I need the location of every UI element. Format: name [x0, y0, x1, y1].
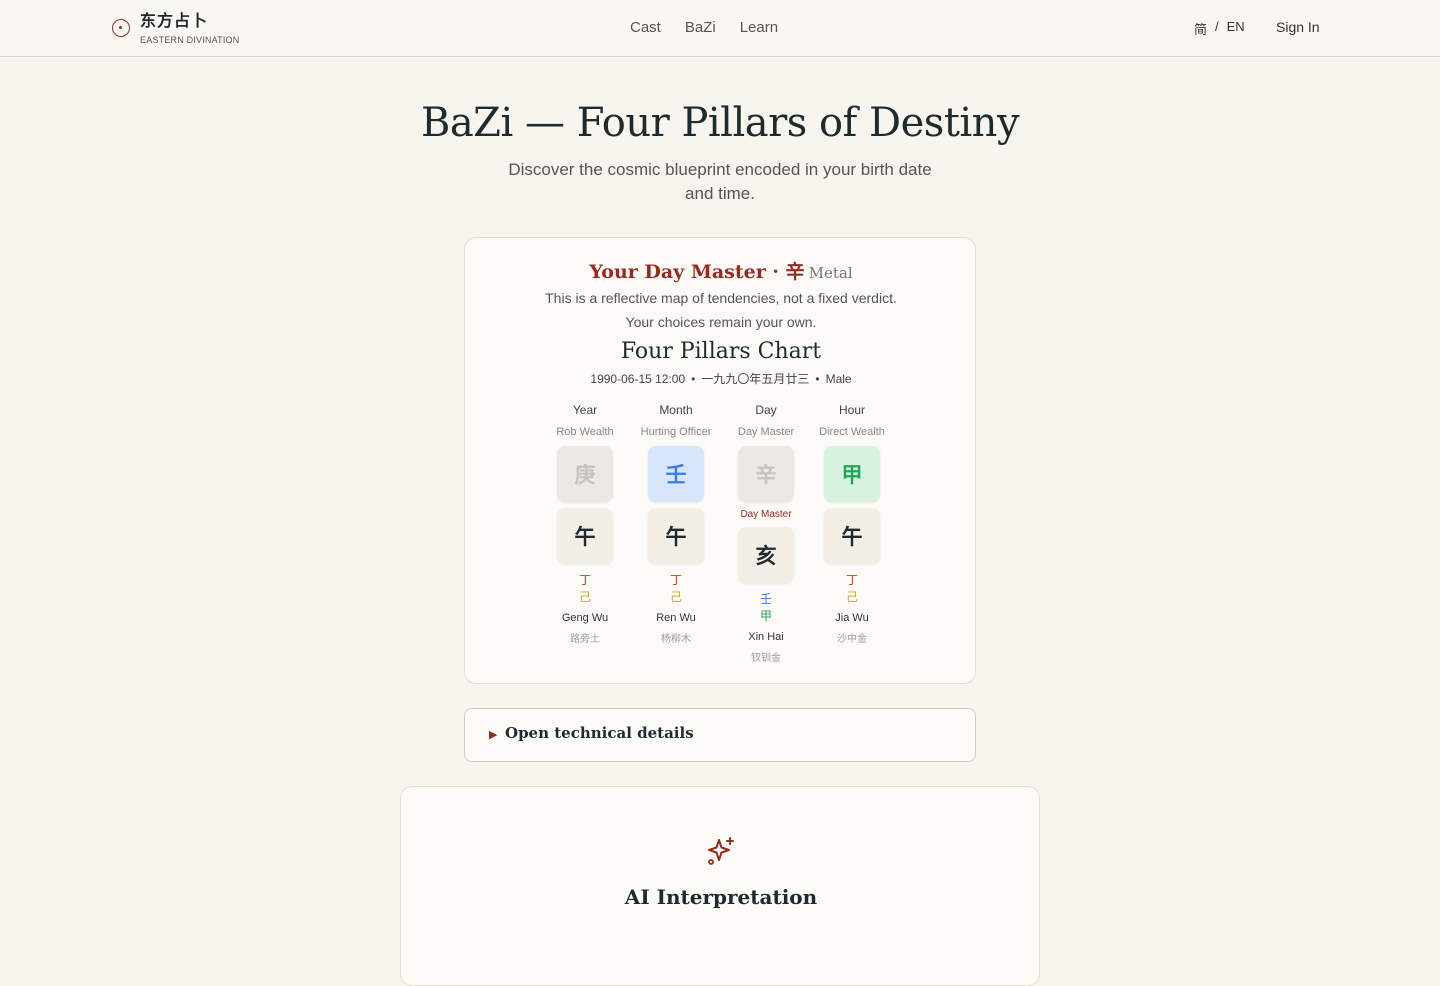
pillar-pinyin: Xin Hai [748, 631, 784, 643]
pillar-day: Day Day Master 辛 Day Master 亥壬甲 Xin Hai 钗钏金 [716, 402, 816, 664]
birth-meta: 1990-06-15 12:00 • 一九九〇年五月廿三 • Male [465, 370, 977, 387]
pillar-nayin: 沙中金 [837, 634, 867, 645]
pillar-label: Month [659, 403, 693, 417]
brand-text: 东方占卜 EASTERN DIVINATION [140, 11, 239, 45]
hidden-stem: 丁 [578, 573, 591, 587]
hidden-stems: 丁己 [535, 572, 635, 606]
pillar-label: Hour [838, 403, 865, 417]
disclaimer-note: This is a reflective map of tendencies, … [465, 286, 977, 334]
chart-title: Four Pillars Chart [620, 339, 822, 364]
pillar-label: Year [572, 403, 598, 417]
technical-details-label: Open technical details [505, 724, 694, 742]
earthly-branch-tile[interactable]: 亥 [738, 527, 794, 583]
page-subtitle: Discover the cosmic blueprint encoded in… [508, 160, 932, 203]
hidden-stems: 壬甲 [716, 591, 816, 625]
sign-in-link[interactable]: Sign In [1276, 19, 1320, 35]
hidden-stem: 甲 [759, 609, 772, 623]
nav-link-cast[interactable]: Cast [630, 19, 661, 36]
hidden-stem: 丁 [845, 573, 858, 587]
meta-separator: • [691, 372, 696, 386]
earthly-branch-tile[interactable]: 午 [648, 508, 704, 564]
ai-interpretation-title: AI Interpretation [624, 885, 818, 909]
technical-details-toggle[interactable]: ▶ Open technical details [464, 708, 976, 762]
nav-link-learn[interactable]: Learn [740, 19, 778, 36]
earthly-branch-tile[interactable]: 午 [557, 508, 613, 564]
day-master-title: Your Day Master · 辛 [589, 261, 805, 283]
brand-subtitle: EASTERN DIVINATION [140, 35, 240, 45]
day-master-heading: Your Day Master · 辛 Metal [465, 257, 977, 284]
pillar-pinyin: Jia Wu [835, 612, 869, 624]
main-nav: Cast BaZi Learn [630, 19, 778, 36]
caret-right-icon: ▶ [489, 729, 498, 741]
hidden-stem: 己 [578, 590, 591, 604]
day-master-element: Metal [808, 264, 853, 282]
disclaimer-line-1: This is a reflective map of tendencies, … [545, 290, 897, 306]
pillar-nayin: 钗钏金 [751, 653, 781, 664]
lang-option-zh[interactable]: 简 [1194, 19, 1207, 38]
lang-option-en[interactable]: EN [1227, 19, 1245, 38]
pillar-label: Day [755, 403, 777, 417]
disclaimer-line-2: Your choices remain your own. [625, 314, 817, 330]
top-navigation-bar: 东方占卜 EASTERN DIVINATION Cast BaZi Learn … [0, 0, 1440, 57]
ten-god-label: Direct Wealth [819, 426, 885, 438]
earthly-branch-tile[interactable]: 午 [824, 508, 880, 564]
pillar-pinyin: Ren Wu [656, 612, 696, 624]
pillar-hour: Hour Direct Wealth 甲午丁己 Jia Wu 沙中金 [802, 402, 902, 645]
birth-datetime: 1990-06-15 12:00 [590, 372, 686, 386]
heavenly-stem-tile[interactable]: 甲 [824, 446, 880, 502]
hidden-stem: 己 [845, 590, 858, 604]
hidden-stems: 丁己 [802, 572, 902, 606]
nav-link-bazi[interactable]: BaZi [685, 19, 716, 36]
hidden-stem: 己 [669, 590, 682, 604]
heavenly-stem-tile[interactable]: 壬 [648, 446, 704, 502]
ten-god-label: Day Master [737, 426, 795, 438]
heavenly-stem-tile[interactable]: 辛 [738, 446, 794, 502]
ai-interpretation-card: AI Interpretation [400, 786, 1040, 986]
day-master-tag: Day Master [740, 509, 792, 520]
pillar-pinyin: Geng Wu [561, 612, 609, 624]
heavenly-stem-tile[interactable]: 庚 [557, 446, 613, 502]
hidden-stems: 丁己 [626, 572, 726, 606]
gender: Male [825, 372, 852, 386]
page-title: BaZi — Four Pillars of Destiny [420, 100, 1020, 146]
brand-logo[interactable]: 东方占卜 EASTERN DIVINATION [112, 11, 239, 45]
pillar-nayin: 路旁土 [570, 634, 600, 645]
lunar-date: 一九九〇年五月廿三 [701, 372, 810, 386]
compass-icon [112, 19, 130, 37]
brand-name: 东方占卜 [140, 11, 209, 30]
four-pillars-card: Your Day Master · 辛 Metal This is a refle… [464, 237, 976, 684]
meta-separator: • [815, 372, 820, 386]
lang-separator: / [1215, 19, 1219, 34]
sparkles-icon [708, 837, 734, 865]
language-switcher: 简 / EN [1194, 19, 1245, 38]
pillar-year: Year Rob Wealth 庚午丁己 Geng Wu 路旁土 [535, 402, 635, 645]
ten-god-label: Hurting Officer [640, 426, 712, 438]
hidden-stem: 丁 [669, 573, 682, 587]
pillar-month: Month Hurting Officer 壬午丁己 Ren Wu 杨柳木 [626, 402, 726, 645]
ten-god-label: Rob Wealth [556, 426, 614, 438]
hidden-stem: 壬 [759, 592, 772, 606]
pillar-nayin: 杨柳木 [661, 634, 691, 645]
